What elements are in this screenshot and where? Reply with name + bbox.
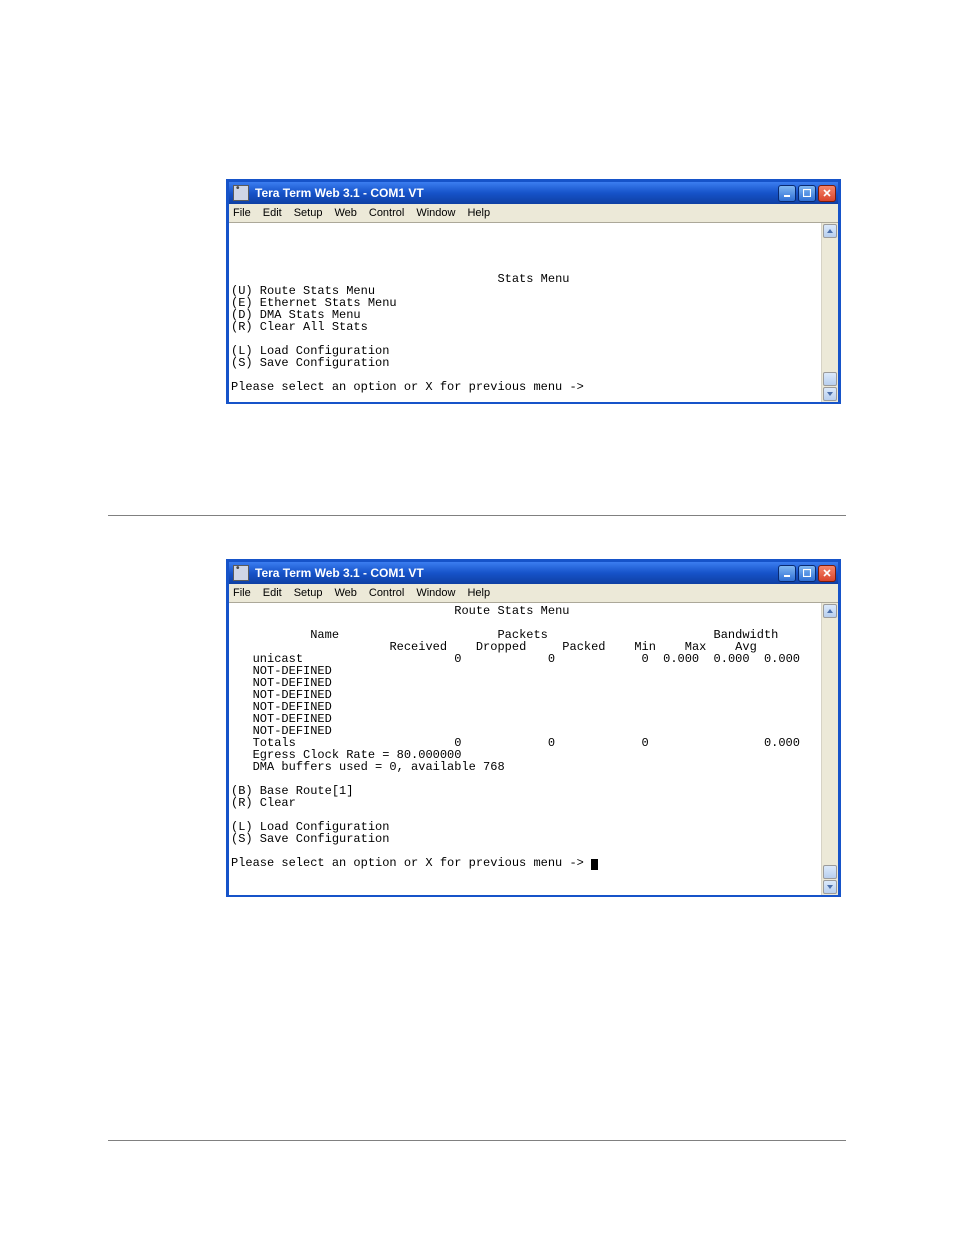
opt-line: (R) Clear	[231, 796, 296, 810]
window-controls	[778, 185, 838, 202]
window-controls	[778, 565, 838, 582]
maximize-button[interactable]	[798, 185, 816, 202]
terminal-window-2: Tera Term Web 3.1 - COM1 VT File Edit Se…	[226, 559, 841, 897]
menubar: File Edit Setup Web Control Window Help	[229, 204, 838, 223]
menu-web[interactable]: Web	[334, 587, 356, 599]
scroll-track[interactable]	[823, 239, 837, 386]
scroll-down-button[interactable]	[823, 387, 837, 401]
prompt-line: Please select an option or X for previou…	[231, 380, 584, 394]
close-button[interactable]	[818, 565, 836, 582]
window-title: Tera Term Web 3.1 - COM1 VT	[255, 566, 424, 580]
menu-help[interactable]: Help	[467, 587, 490, 599]
scroll-track[interactable]	[823, 619, 837, 879]
terminal-area[interactable]: Route Stats Menu Name Packets Bandwidth …	[229, 603, 821, 895]
app-icon	[233, 185, 249, 201]
menubar: File Edit Setup Web Control Window Help	[229, 584, 838, 603]
opt-line: (S) Save Configuration	[231, 356, 389, 370]
terminal-window-1: Tera Term Web 3.1 - COM1 VT File Edit Se…	[226, 179, 841, 404]
cursor-icon	[591, 859, 598, 870]
minimize-button[interactable]	[778, 565, 796, 582]
menu-window[interactable]: Window	[416, 207, 455, 219]
menu-window[interactable]: Window	[416, 587, 455, 599]
scroll-up-button[interactable]	[823, 604, 837, 618]
titlebar[interactable]: Tera Term Web 3.1 - COM1 VT	[229, 562, 838, 584]
menu-control[interactable]: Control	[369, 587, 404, 599]
scroll-thumb[interactable]	[823, 372, 837, 386]
window-title: Tera Term Web 3.1 - COM1 VT	[255, 186, 424, 200]
titlebar[interactable]: Tera Term Web 3.1 - COM1 VT	[229, 182, 838, 204]
opt-line: (R) Clear All Stats	[231, 320, 368, 334]
scroll-thumb[interactable]	[823, 865, 837, 879]
menu-edit[interactable]: Edit	[263, 207, 282, 219]
menu-setup[interactable]: Setup	[294, 587, 323, 599]
vertical-scrollbar[interactable]	[821, 223, 838, 402]
menu-edit[interactable]: Edit	[263, 587, 282, 599]
menu-setup[interactable]: Setup	[294, 207, 323, 219]
menu-file[interactable]: File	[233, 207, 251, 219]
prompt-line: Please select an option or X for previou…	[231, 856, 598, 870]
terminal-area[interactable]: Stats Menu (U) Route Stats Menu (E) Ethe…	[229, 223, 821, 402]
close-button[interactable]	[818, 185, 836, 202]
info-line: DMA buffers used = 0, available 768	[231, 760, 505, 774]
divider	[108, 1140, 846, 1141]
menu-web[interactable]: Web	[334, 207, 356, 219]
opt-line: (S) Save Configuration	[231, 832, 389, 846]
vertical-scrollbar[interactable]	[821, 603, 838, 895]
title-line: Route Stats Menu	[231, 604, 569, 618]
divider	[108, 515, 846, 516]
scroll-up-button[interactable]	[823, 224, 837, 238]
menu-file[interactable]: File	[233, 587, 251, 599]
scroll-down-button[interactable]	[823, 880, 837, 894]
minimize-button[interactable]	[778, 185, 796, 202]
menu-help[interactable]: Help	[467, 207, 490, 219]
maximize-button[interactable]	[798, 565, 816, 582]
menu-control[interactable]: Control	[369, 207, 404, 219]
app-icon	[233, 565, 249, 581]
